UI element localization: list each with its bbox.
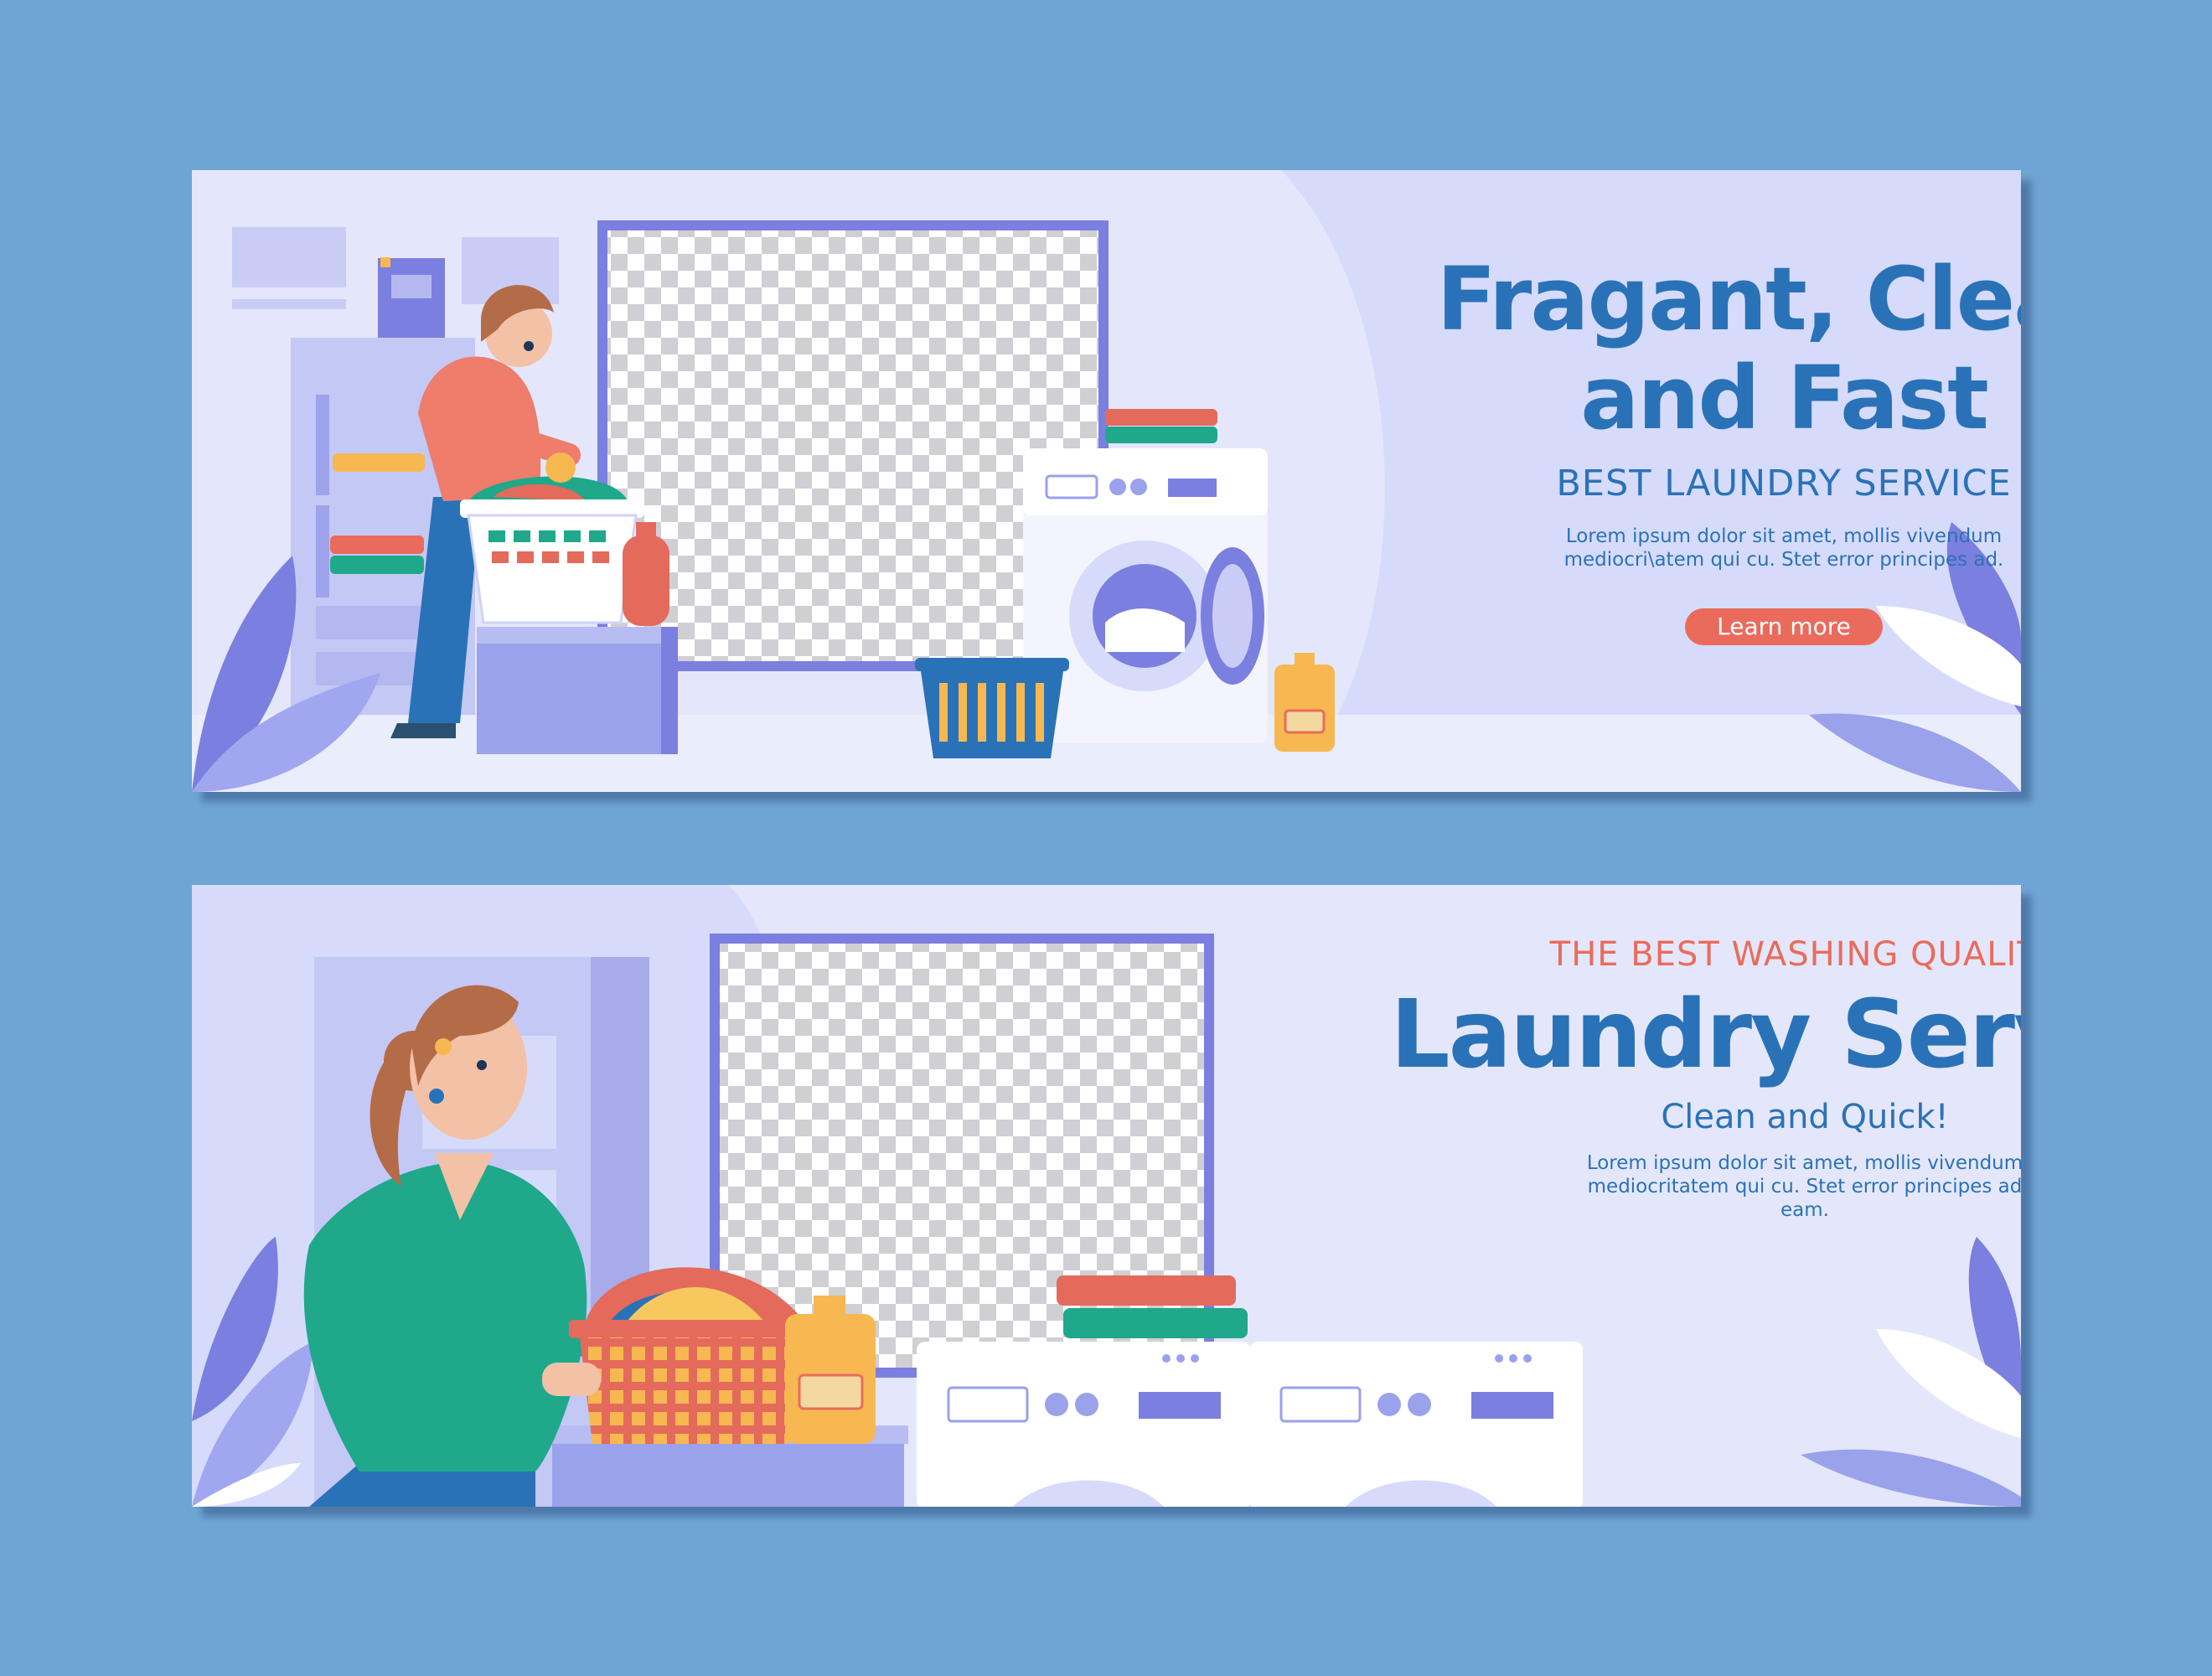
banner-laundry-service: THE BEST WASHING QUALITY Laundry Service…: [192, 885, 2021, 1507]
body-text: Lorem ipsum dolor sit amet, mollis viven…: [1563, 525, 2004, 571]
folded-towels-icon: [1105, 409, 1217, 443]
learn-more-button[interactable]: Learn more: [1685, 608, 1883, 645]
detergent-jug-icon: [785, 1296, 876, 1444]
subheading: Clean and Quick!: [1661, 1098, 1949, 1136]
banner-2-copy: THE BEST WASHING QUALITY Laundry Service…: [1248, 935, 2021, 1222]
banner-1-copy: Fragant, Clean and Fast BEST LAUNDRY SER…: [1281, 250, 2021, 645]
banner-fragrant-clean: Fragant, Clean and Fast BEST LAUNDRY SER…: [192, 170, 2021, 792]
headline: Fragant, Clean and Fast: [1436, 248, 2021, 449]
washing-machine-icon: [1023, 448, 1268, 743]
detergent-jug-icon: [1274, 653, 1335, 752]
leaf-icon: [1801, 1237, 2021, 1507]
washing-machine-icon: [917, 1342, 1250, 1507]
headline: Laundry Service: [1390, 980, 2021, 1089]
eyebrow-text: THE BEST WASHING QUALITY: [1549, 935, 2021, 974]
clothes-basket-icon: [915, 658, 1069, 758]
washing-machine-icon: [1249, 1342, 1583, 1507]
body-text: Lorem ipsum dolor sit amet, mollis viven…: [1586, 1152, 2021, 1221]
subheading: BEST LAUNDRY SERVICE: [1556, 463, 2012, 504]
